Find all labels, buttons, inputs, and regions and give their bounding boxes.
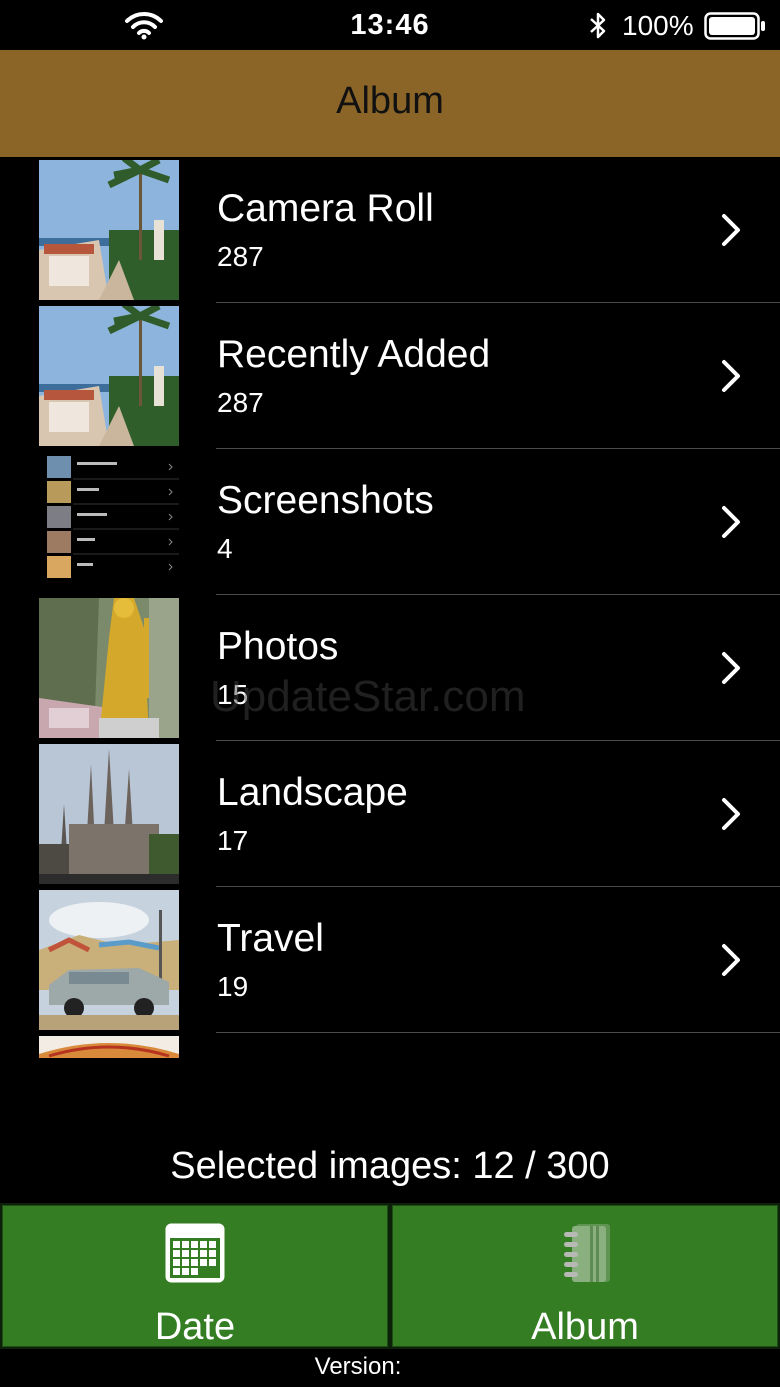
- album-title: Photos: [217, 625, 339, 668]
- album-count: 287: [217, 387, 264, 418]
- album-title: Recently Added: [217, 333, 491, 376]
- album-count: 19: [217, 971, 249, 1002]
- nav-bar: Album: [0, 50, 780, 157]
- album-count: 4: [217, 533, 233, 564]
- row-divider: [216, 1032, 780, 1033]
- album-thumbnail: [39, 598, 179, 738]
- chevron-right-icon: [720, 651, 742, 690]
- album-book-icon: [393, 1222, 777, 1291]
- album-thumbnail-partial[interactable]: [39, 1036, 179, 1058]
- album-thumbnail: [39, 160, 179, 300]
- album-row-screenshots[interactable]: Screenshots 4: [0, 449, 780, 595]
- album-row-landscape[interactable]: Landscape 17: [0, 741, 780, 887]
- album-row-camera-roll[interactable]: Camera Roll 287: [0, 157, 780, 303]
- tab-date-label: Date: [154, 1306, 236, 1348]
- album-row-travel[interactable]: Travel 19: [0, 887, 780, 1033]
- album-count: 17: [217, 825, 249, 856]
- battery-icon: [704, 12, 766, 45]
- album-thumbnail: [39, 744, 179, 884]
- chevron-right-icon: [720, 797, 742, 836]
- chevron-right-icon: [720, 505, 742, 544]
- album-thumbnail: [39, 306, 179, 446]
- album-title: Travel: [217, 917, 324, 960]
- album-row-recently-added[interactable]: Recently Added 287: [0, 303, 780, 449]
- status-bar: 13:46 100%: [0, 0, 780, 50]
- chevron-right-icon: [720, 359, 742, 398]
- selected-images-counter: Selected images: 12 / 300: [170, 1145, 610, 1187]
- chevron-right-icon: [720, 213, 742, 252]
- chevron-right-icon: [720, 943, 742, 982]
- calendar-icon: [3, 1222, 387, 1289]
- album-title: Screenshots: [217, 479, 434, 522]
- album-thumbnail: [39, 452, 179, 592]
- bluetooth-icon: [585, 10, 611, 47]
- tab-album[interactable]: Album: [392, 1205, 778, 1348]
- page-title: Album: [336, 80, 444, 122]
- album-count: 287: [217, 241, 264, 272]
- version-label: Version:: [314, 1353, 402, 1380]
- tab-bar: Date Album: [0, 1203, 780, 1349]
- album-title: Camera Roll: [217, 187, 434, 230]
- tab-date[interactable]: Date: [2, 1205, 388, 1348]
- album-thumbnail: [39, 890, 179, 1030]
- tab-album-label: Album: [531, 1306, 639, 1348]
- album-title: Landscape: [217, 771, 408, 814]
- watermark: UpdateStar.com: [210, 672, 526, 721]
- battery-percent: 100%: [622, 10, 694, 41]
